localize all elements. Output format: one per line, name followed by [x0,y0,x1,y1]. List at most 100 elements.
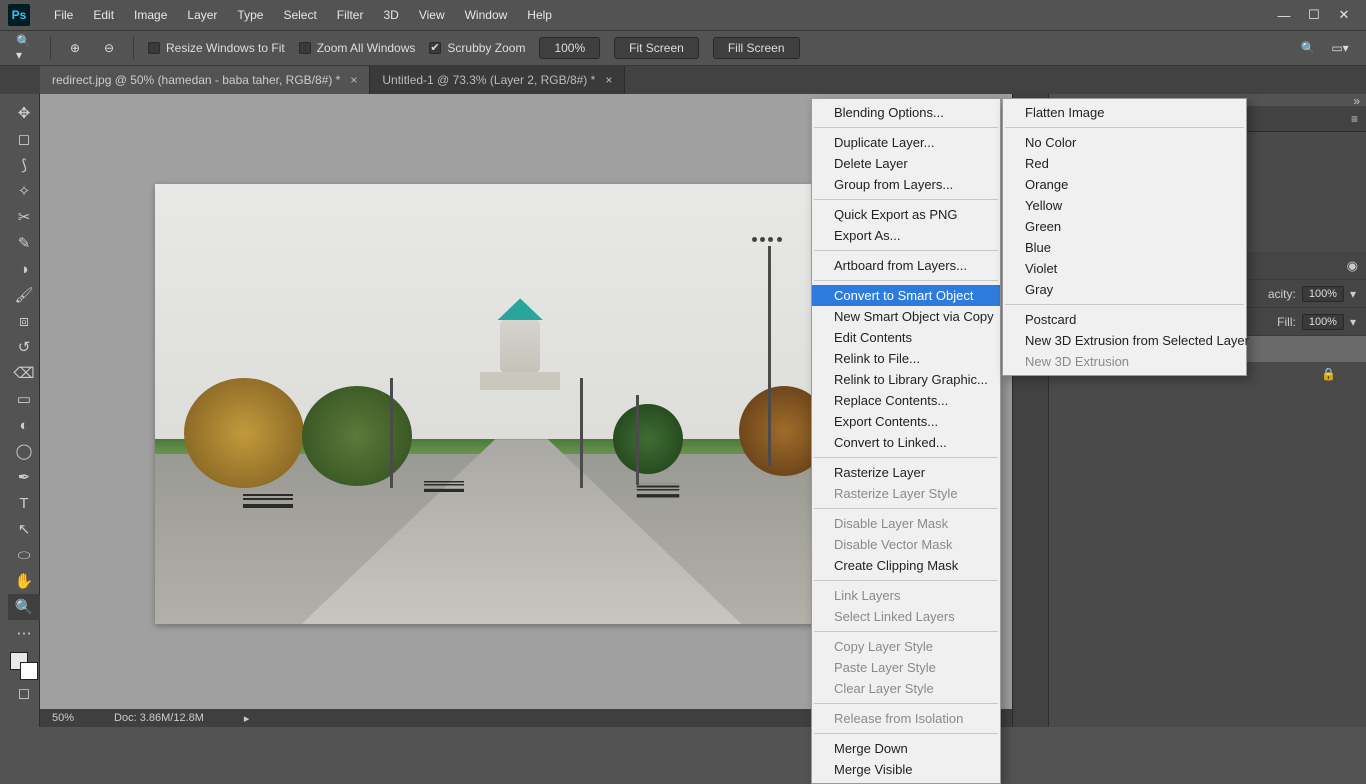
search-icon[interactable]: 🔍 [1298,38,1318,58]
magic-wand-tool-icon[interactable]: ✧ [8,178,40,204]
context-menu-item[interactable]: Violet [1003,258,1246,279]
minimize-button[interactable]: — [1276,7,1292,23]
context-menu-item[interactable]: New 3D Extrusion from Selected Layer [1003,330,1246,351]
menu-item[interactable]: Filter [327,4,374,26]
move-tool-icon[interactable]: ✥ [8,100,40,126]
context-menu-item[interactable]: Blending Options... [812,102,1000,123]
gradient-tool-icon[interactable]: ▭ [8,386,40,412]
context-menu-item[interactable]: Replace Contents... [812,390,1000,411]
opacity-field[interactable]: 100% [1302,286,1344,302]
context-menu-item[interactable]: No Color [1003,132,1246,153]
zoom-tool-icon[interactable]: 🔍 [8,594,40,620]
separator [814,733,998,734]
layer-filter-toggle-icon[interactable]: ◉ [1347,258,1358,274]
context-menu-item[interactable]: Convert to Linked... [812,432,1000,453]
history-brush-tool-icon[interactable]: ↺ [8,334,40,360]
context-menu-item[interactable]: Export As... [812,225,1000,246]
healing-brush-tool-icon[interactable]: ◑ [8,256,40,282]
hand-tool-icon[interactable]: ✋ [8,568,40,594]
restore-button[interactable]: ☐ [1306,7,1322,23]
context-menu-item[interactable]: Postcard [1003,309,1246,330]
context-menu-item[interactable]: Green [1003,216,1246,237]
zoom-level-field[interactable]: 100% [539,37,600,59]
menu-item[interactable]: Image [124,4,177,26]
context-menu-item[interactable]: Merge Down [812,738,1000,759]
menu-item[interactable]: File [44,4,83,26]
shape-tool-icon[interactable]: ⬭ [8,542,40,568]
context-menu-item[interactable]: Convert to Smart Object [812,285,1000,306]
color-swatches[interactable] [10,652,38,680]
context-menu-item: Disable Layer Mask [812,513,1000,534]
fill-screen-button[interactable]: Fill Screen [713,37,800,59]
menu-item[interactable]: View [409,4,455,26]
zoom-out-icon[interactable]: ⊖ [99,38,119,58]
context-menu-item[interactable]: Rasterize Layer [812,462,1000,483]
context-menu-item: Copy Layer Style [812,636,1000,657]
close-button[interactable]: ✕ [1336,7,1352,23]
menu-item[interactable]: 3D [373,4,408,26]
close-icon[interactable]: × [605,73,612,87]
context-menu-item[interactable]: Relink to Library Graphic... [812,369,1000,390]
context-menu-item[interactable]: Group from Layers... [812,174,1000,195]
eraser-tool-icon[interactable]: ⌫ [8,360,40,386]
context-menu-item[interactable]: Relink to File... [812,348,1000,369]
brush-tool-icon[interactable]: 🖌 [8,282,40,308]
dodge-tool-icon[interactable]: ◯ [8,438,40,464]
eyedropper-tool-icon[interactable]: ✎ [8,230,40,256]
context-menu-item[interactable]: Quick Export as PNG [812,204,1000,225]
context-menu-item[interactable]: Flatten Image [1003,102,1246,123]
context-menu-item[interactable]: Create Clipping Mask [812,555,1000,576]
context-menu-item[interactable]: Merge Visible [812,759,1000,780]
blur-tool-icon[interactable]: ◐ [8,412,40,438]
pen-tool-icon[interactable]: ✒ [8,464,40,490]
context-menu-item[interactable]: Gray [1003,279,1246,300]
menu-item[interactable]: Type [227,4,273,26]
context-menu-item[interactable]: Delete Layer [812,153,1000,174]
toolbox: ✥ ◻ ⟆ ✧ ✂ ✎ ◑ 🖌 ⧈ ↺ ⌫ ▭ ◐ ◯ ✒ T ↖ ⬭ ✋ 🔍 … [8,94,40,727]
menu-item[interactable]: Select [273,4,326,26]
context-menu-item[interactable]: Export Contents... [812,411,1000,432]
divider [50,37,51,59]
context-menu-item[interactable]: Edit Contents [812,327,1000,348]
menu-item[interactable]: Layer [177,4,227,26]
edit-toolbar-icon[interactable]: ⋯ [8,620,40,646]
document-tab[interactable]: Untitled-1 @ 73.3% (Layer 2, RGB/8#) * × [370,66,625,94]
fill-field[interactable]: 100% [1302,314,1344,330]
lock-icon[interactable]: 🔒 [1321,367,1336,381]
chevron-down-icon[interactable]: ▾ [1350,287,1356,301]
context-menu-item[interactable]: Artboard from Layers... [812,255,1000,276]
context-menu-item: Release from Isolation [812,708,1000,729]
context-menu-item[interactable]: Blue [1003,237,1246,258]
context-menu-item[interactable]: Yellow [1003,195,1246,216]
workspace-switcher-icon[interactable]: ▭▾ [1330,38,1350,58]
menu-item[interactable]: Help [517,4,562,26]
scrubby-zoom-checkbox[interactable]: Scrubby Zoom [429,41,525,55]
menu-item[interactable]: Window [455,4,518,26]
separator [814,580,998,581]
context-menu-item[interactable]: Duplicate Layer... [812,132,1000,153]
context-menu-item[interactable]: New Smart Object via Copy [812,306,1000,327]
status-arrow-icon[interactable]: ▸ [244,712,250,725]
menu-item[interactable]: Edit [83,4,124,26]
chevron-down-icon[interactable]: ▾ [1350,315,1356,329]
panel-menu-icon[interactable]: ≡ [1343,112,1366,126]
fit-screen-button[interactable]: Fit Screen [614,37,699,59]
document-tab[interactable]: redirect.jpg @ 50% (hamedan - baba taher… [40,66,370,94]
separator [814,280,998,281]
path-selection-tool-icon[interactable]: ↖ [8,516,40,542]
type-tool-icon[interactable]: T [8,490,40,516]
resize-windows-checkbox[interactable]: Resize Windows to Fit [148,41,285,55]
menu-bar: Ps FileEditImageLayerTypeSelectFilter3DV… [0,0,1366,30]
marquee-tool-icon[interactable]: ◻ [8,126,40,152]
lasso-tool-icon[interactable]: ⟆ [8,152,40,178]
zoom-all-checkbox[interactable]: Zoom All Windows [299,41,416,55]
context-menu-item[interactable]: Red [1003,153,1246,174]
context-menu-item[interactable]: Orange [1003,174,1246,195]
crop-tool-icon[interactable]: ✂ [8,204,40,230]
zoom-in-icon[interactable]: ⊕ [65,38,85,58]
clone-stamp-tool-icon[interactable]: ⧈ [8,308,40,334]
close-icon[interactable]: × [350,73,357,87]
context-menu-item: New 3D Extrusion [1003,351,1246,372]
zoom-tool-icon[interactable]: 🔍▾ [16,38,36,58]
quick-mask-icon[interactable]: ◻ [8,680,40,706]
